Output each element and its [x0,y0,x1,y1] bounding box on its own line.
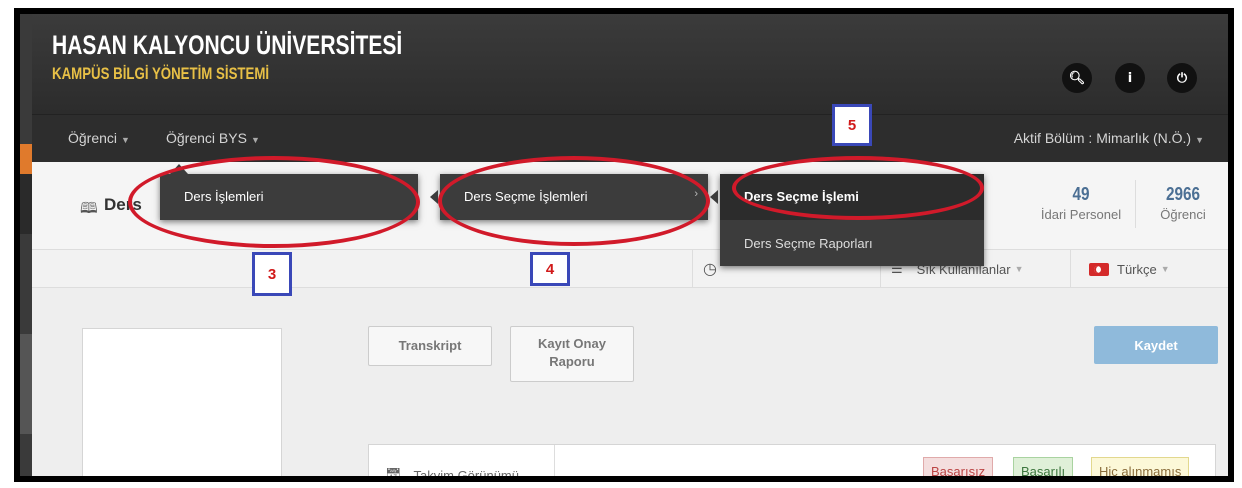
active-department-selector[interactable]: Aktif Bölüm : Mimarlık (N.Ö.) ▼ [1014,130,1204,146]
calendar-view-tab[interactable]: 📅︎ Takvim Görünümü [369,445,555,482]
chevron-down-icon: ▼ [1014,264,1024,274]
chevron-down-icon: ▼ [121,135,130,145]
save-button[interactable]: Kaydet [1094,326,1218,364]
clock-icon: ◷ [703,261,717,278]
info-icon[interactable]: i [1115,63,1145,93]
nav-ogrenci-bys[interactable]: Öğrenci BYS ▼ [166,130,260,146]
left-edge-accent [20,144,32,174]
step-label-3: 3 [252,252,292,296]
chevron-down-icon: ▼ [250,135,260,145]
power-icon[interactable]: ⏻ [1167,63,1197,93]
turkey-flag-icon [1089,262,1109,276]
stats-divider [1135,180,1136,228]
highlight-ellipse-3 [732,156,984,220]
stats-panel: 49 İdari Personel 2966 Öğrenci [1013,162,1228,250]
stat-students: 2966 Öğrenci [1143,184,1223,222]
legend-failed: Başarısız [923,457,994,476]
step-label-5: 5 [832,104,872,146]
nav-ogrenci-label: Öğrenci [68,130,118,146]
stat-students-value: 2966 [1165,184,1201,204]
system-title: KAMPÜS BİLGİ YÖNETİM SİSTEMİ [52,64,270,83]
stat-students-label: Öğrenci [1160,207,1206,222]
main-content: Transkript Kayıt Onay Raporu Kaydet 📅︎ Ta… [32,288,1228,476]
language-selector[interactable]: Türkçe ▼ [1070,250,1200,288]
menu-pointer [430,190,438,204]
active-department-label: Aktif Bölüm : Mimarlık (N.Ö.) [1013,130,1192,146]
side-panel [82,328,282,476]
menu-item-ders-secme-raporlari[interactable]: Ders Seçme Raporları [744,236,873,251]
calendar-view-label: Takvim Görünümü [413,467,519,482]
stat-staff-label: İdari Personel [1040,207,1122,222]
highlight-ellipse-1 [128,156,420,248]
stat-staff: 49 İdari Personel [1031,184,1131,222]
chevron-down-icon: ▼ [1195,135,1204,145]
language-label: Türkçe [1117,261,1157,277]
left-edge-dark [20,174,32,234]
app-header: HASAN KALYONCU ÜNİVERSİTESİ KAMPÜS BİLGİ… [32,14,1228,114]
chevron-down-icon: ▼ [1160,264,1170,274]
legend-not-taken: Hiç alınmamış [1091,457,1190,476]
step-label-4: 4 [530,252,570,286]
nav-ogrenci[interactable]: Öğrenci ▼ [68,130,130,146]
menu-pointer [710,190,718,204]
transkript-button[interactable]: Transkript [368,326,492,366]
kayit-onay-raporu-button[interactable]: Kayıt Onay Raporu [510,326,634,382]
calendar-panel: 📅︎ Takvim Görünümü Başarısız Başarılı Hiç… [368,444,1216,482]
top-toolbar: ◷ ☰ Sık Kullanılanlar ▼ Türkçe ▼ [32,250,1228,288]
university-title: HASAN KALYONCU ÜNİVERSİTESİ [52,30,403,60]
nav-ogrenci-bys-label: Öğrenci BYS [166,130,247,146]
left-edge-strip [20,14,32,476]
highlight-ellipse-2 [438,156,710,246]
left-edge-gray [20,334,32,434]
legend-passed: Başarılı [1013,457,1074,476]
main-navbar: Öğrenci ▼ Öğrenci BYS ▼ Aktif Bölüm : Mima… [32,114,1228,162]
calendar-icon: 📅︎ [385,467,402,482]
screenshot-frame: HASAN KALYONCU ÜNİVERSİTESİ KAMPÜS BİLGİ… [14,8,1234,482]
book-icon: 🕮︎ [80,200,98,217]
stat-staff-value: 49 [1072,184,1090,204]
search-icon[interactable]: 🔍︎ [1062,63,1092,93]
